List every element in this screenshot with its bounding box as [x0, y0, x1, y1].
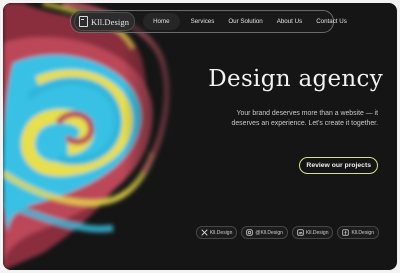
- page-frame: Kll.Design Home Services Our Solution Ab…: [3, 3, 397, 270]
- facebook-icon: [342, 229, 350, 236]
- nav-menu: Home Services Our Solution About Us Cont…: [143, 13, 354, 30]
- document-icon: [79, 16, 88, 27]
- instagram-icon: [246, 229, 254, 236]
- social-link-facebook[interactable]: Kll.Design: [337, 226, 379, 239]
- brand-logo[interactable]: Kll.Design: [74, 12, 136, 31]
- hero-subtitle: Your brand deserves more than a website …: [231, 110, 379, 127]
- social-link-instagram[interactable]: @Kll.Design: [241, 226, 288, 239]
- social-link-linkedin[interactable]: Kll.Design: [291, 226, 334, 239]
- nav-item-home[interactable]: Home: [143, 13, 180, 30]
- nav-item-our-solution[interactable]: Our Solution: [221, 13, 269, 30]
- nav-item-contact-us[interactable]: Contact Us: [309, 13, 354, 30]
- social-label: Kll.Design: [209, 229, 233, 236]
- social-link-x[interactable]: Kll.Design: [195, 226, 238, 239]
- hero-title: Design agency: [208, 66, 383, 92]
- top-navbar: Kll.Design Home Services Our Solution Ab…: [70, 10, 347, 33]
- brand-name: Kll.Design: [91, 16, 130, 27]
- review-projects-button[interactable]: Review our projects: [299, 157, 378, 174]
- social-label: Kll.Design: [351, 229, 374, 236]
- nav-item-services[interactable]: Services: [184, 13, 222, 30]
- linkedin-icon: [297, 229, 304, 236]
- social-label: @Kll.Design: [255, 229, 283, 236]
- x-icon: [201, 229, 208, 236]
- social-label: Kll.Design: [305, 229, 329, 236]
- nav-item-about-us[interactable]: About Us: [270, 13, 309, 30]
- social-links: Kll.Design @Kll.Design Kll.Design Kll.De…: [195, 226, 379, 239]
